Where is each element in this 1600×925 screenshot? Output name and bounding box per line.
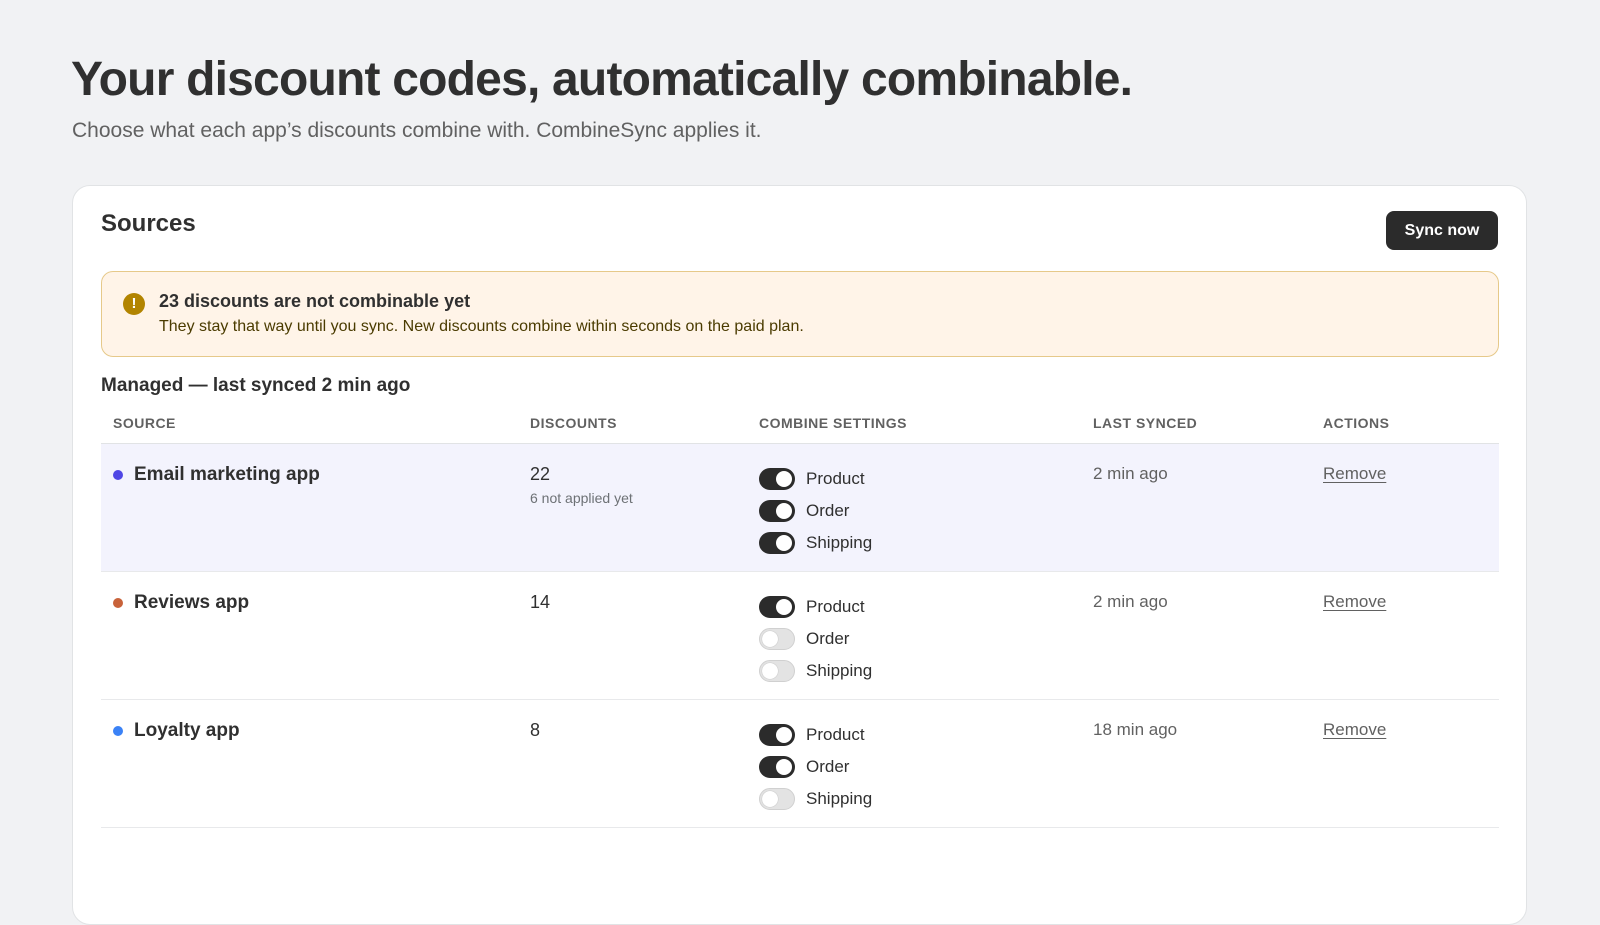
discounts-cell: 8 [530, 720, 540, 741]
toggle-label: Order [806, 501, 850, 520]
toggle-label: Order [806, 629, 850, 648]
toggle-label: Shipping [806, 533, 873, 552]
table-row: Reviews app 14 Product Order Shipping 2 … [101, 572, 1499, 700]
toggle-label: Shipping [806, 661, 873, 680]
toggle-switch[interactable] [759, 532, 795, 554]
toggle-switch[interactable] [759, 660, 795, 682]
table-header: SOURCE DISCOUNTS COMBINE SETTINGS LAST S… [101, 406, 1499, 444]
actions-cell: Remove [1323, 592, 1386, 612]
combine-toggle-shipping[interactable]: Shipping [759, 655, 872, 687]
last-synced: 18 min ago [1093, 720, 1178, 739]
card-title: Sources [101, 210, 196, 237]
toggle-label: Product [806, 725, 865, 744]
page-subtitle: Choose what each app’s discounts combine… [72, 119, 762, 142]
column-header-combine-settings: COMBINE SETTINGS [759, 415, 908, 431]
combine-toggle-product[interactable]: Product [759, 591, 872, 623]
discounts-cell: 22 6 not applied yet [530, 464, 633, 506]
source-name: Email marketing app [134, 464, 320, 485]
combine-toggle-product[interactable]: Product [759, 719, 872, 751]
source-name: Loyalty app [134, 720, 240, 741]
toggle-label: Order [806, 757, 850, 776]
warning-icon: ! [123, 293, 145, 315]
toggle-switch[interactable] [759, 596, 795, 618]
last-synced: 2 min ago [1093, 592, 1168, 611]
combine-toggle-product[interactable]: Product [759, 463, 872, 495]
remove-link[interactable]: Remove [1323, 464, 1386, 483]
discount-count: 14 [530, 592, 551, 612]
remove-link[interactable]: Remove [1323, 592, 1386, 611]
banner-title: 23 discounts are not combinable yet [159, 291, 471, 311]
combine-settings: Product Order Shipping [759, 463, 872, 559]
remove-link[interactable]: Remove [1323, 720, 1386, 739]
toggle-switch[interactable] [759, 724, 795, 746]
toggle-switch[interactable] [759, 468, 795, 490]
sync-now-button[interactable]: Sync now [1386, 211, 1498, 250]
column-header-last-synced: LAST SYNCED [1093, 415, 1198, 431]
column-header-actions: ACTIONS [1323, 415, 1390, 431]
source-dot-icon [113, 470, 123, 480]
table-row: Email marketing app 22 6 not applied yet… [101, 444, 1499, 572]
discount-count: 22 [530, 464, 551, 484]
combine-toggle-order[interactable]: Order [759, 495, 872, 527]
discount-note: 6 not applied yet [530, 490, 633, 506]
discount-count: 8 [530, 720, 541, 740]
source-dot-icon [113, 726, 123, 736]
sources-card: Sources Sync now ! 23 discounts are not … [72, 185, 1527, 925]
column-header-discounts: DISCOUNTS [530, 415, 617, 431]
source-cell: Email marketing app [113, 464, 320, 486]
table-row: Loyalty app 8 Product Order Shipping 18 … [101, 700, 1499, 828]
toggle-switch[interactable] [759, 756, 795, 778]
last-synced: 2 min ago [1093, 464, 1168, 483]
source-name: Reviews app [134, 592, 250, 613]
column-header-source: SOURCE [113, 415, 176, 431]
source-cell: Reviews app [113, 592, 249, 614]
discounts-cell: 14 [530, 592, 550, 613]
actions-cell: Remove [1323, 464, 1386, 484]
combine-settings: Product Order Shipping [759, 719, 872, 815]
toggle-switch[interactable] [759, 500, 795, 522]
source-cell: Loyalty app [113, 720, 240, 742]
sources-table: SOURCE DISCOUNTS COMBINE SETTINGS LAST S… [101, 406, 1499, 828]
combine-toggle-order[interactable]: Order [759, 623, 872, 655]
combine-toggle-shipping[interactable]: Shipping [759, 783, 872, 815]
banner-text: They stay that way until you sync. New d… [159, 318, 804, 335]
combine-toggle-shipping[interactable]: Shipping [759, 527, 872, 559]
toggle-switch[interactable] [759, 628, 795, 650]
toggle-switch[interactable] [759, 788, 795, 810]
source-dot-icon [113, 598, 123, 608]
combine-toggle-order[interactable]: Order [759, 751, 872, 783]
toggle-label: Product [806, 469, 865, 488]
toggle-label: Product [806, 597, 865, 616]
page-title: Your discount codes, automatically combi… [71, 53, 1133, 106]
warning-banner: ! 23 discounts are not combinable yet Th… [101, 271, 1499, 357]
combine-settings: Product Order Shipping [759, 591, 872, 687]
section-label: Managed — last synced 2 min ago [101, 375, 411, 396]
actions-cell: Remove [1323, 720, 1386, 740]
toggle-label: Shipping [806, 789, 873, 808]
